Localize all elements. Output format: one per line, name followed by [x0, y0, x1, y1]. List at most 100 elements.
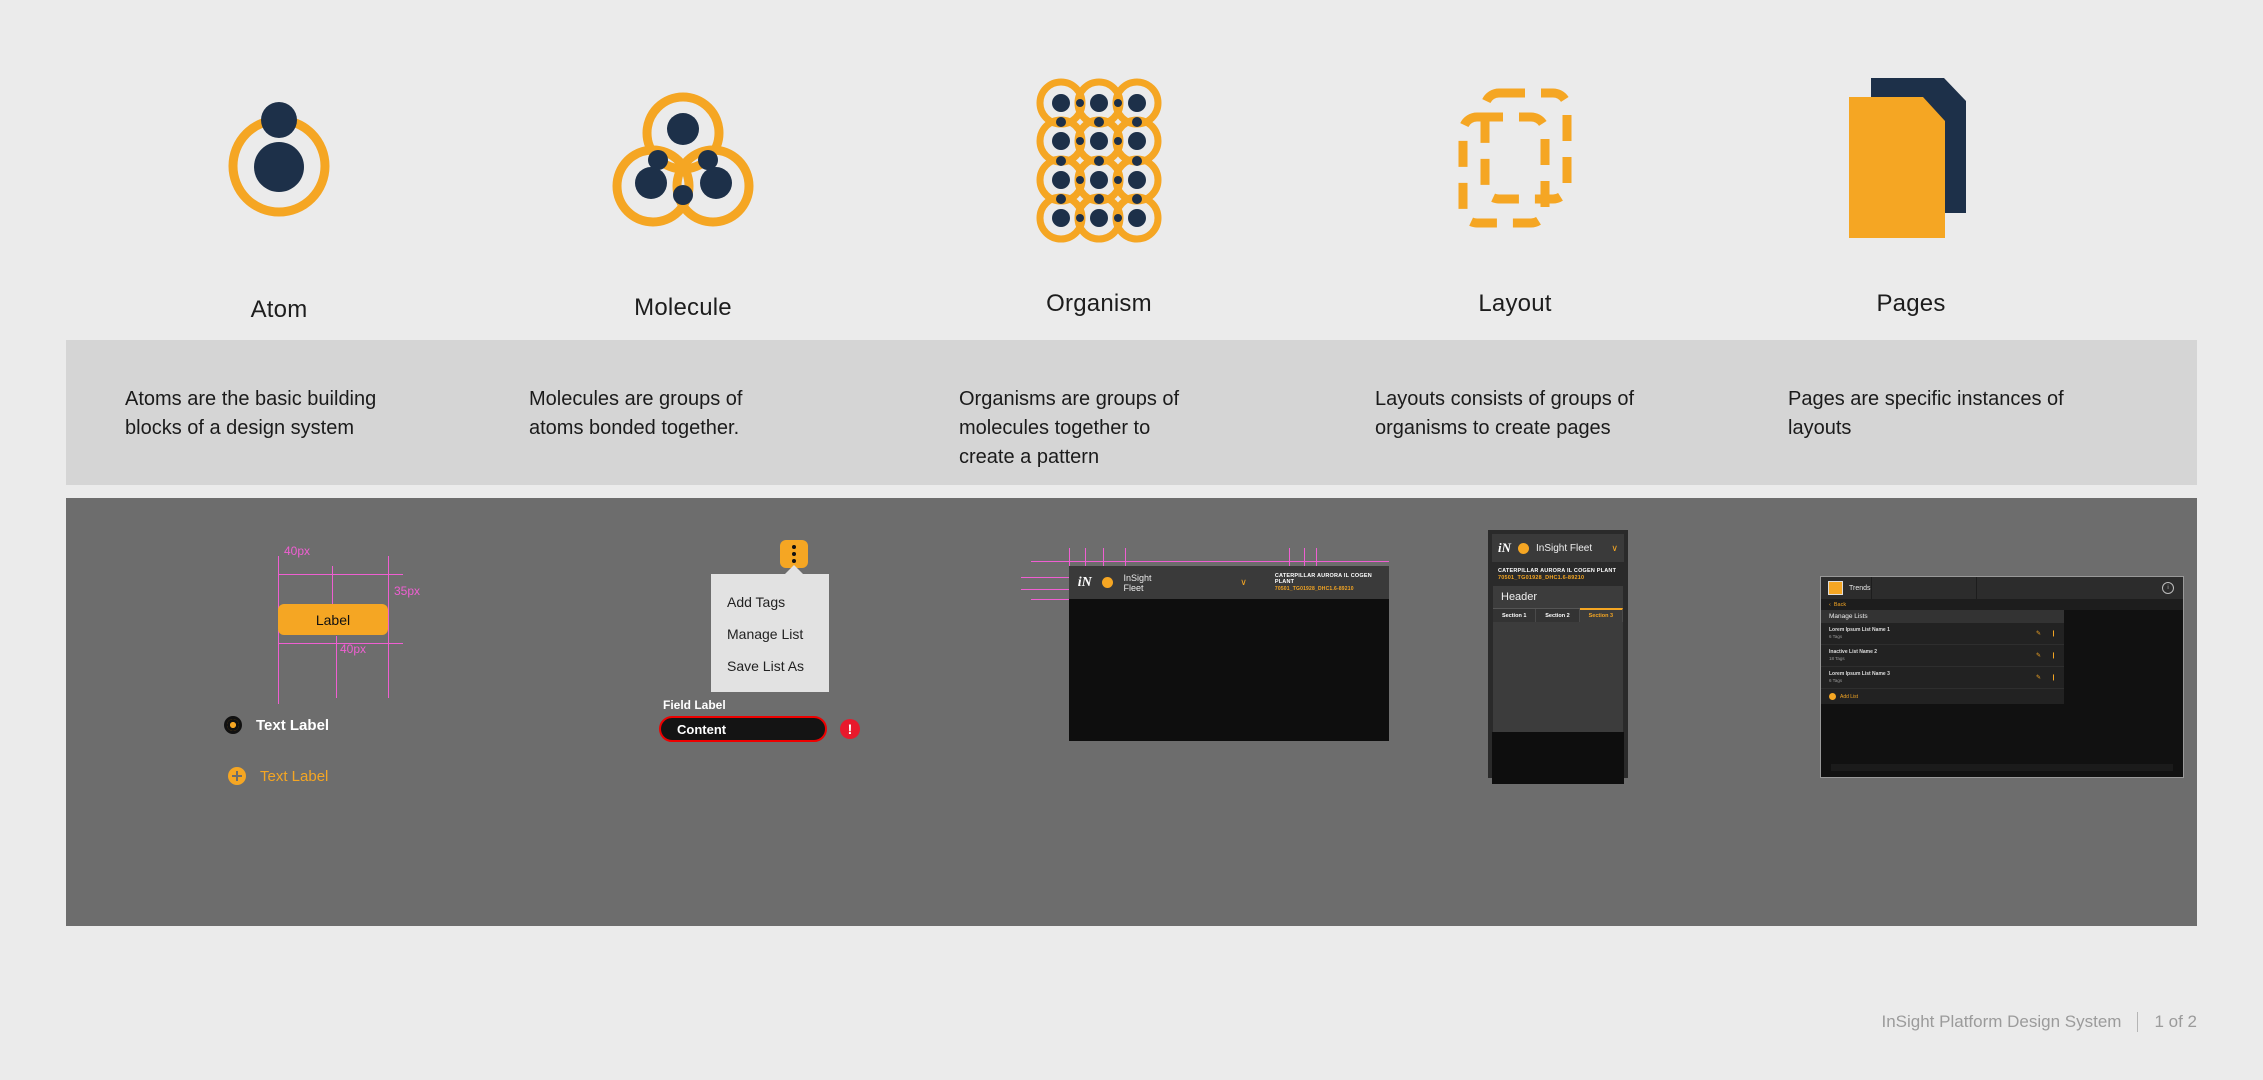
kebab-dot	[792, 545, 796, 549]
stage-column-organism: Organism	[886, 0, 1312, 340]
plus-circle-icon	[1829, 693, 1836, 700]
list-item-name: Lorem Ipsum List Name 1	[1829, 627, 1890, 634]
chevron-down-icon[interactable]: ∨	[1611, 543, 1618, 554]
radio-label: Text Label	[256, 716, 330, 734]
atom-icon	[66, 60, 492, 260]
molecule-caption: Molecule	[634, 294, 732, 321]
plus-circle-icon[interactable]	[228, 767, 246, 785]
list-item-text: Lorem Ipsum List Name 1 6 Tags	[1829, 627, 1890, 640]
footer-title: InSight Platform Design System	[1881, 1012, 2122, 1031]
layout-plant-code: 70501_TG01928_DHC1.6-89210	[1498, 575, 1585, 582]
manage-lists-panel: Manage Lists Lorem Ipsum List Name 1 6 T…	[1821, 610, 2064, 704]
measure-right: 35px	[394, 584, 421, 598]
menu-item-save-list-as[interactable]: Save List As	[711, 650, 829, 682]
stage-column-molecule: Molecule	[470, 0, 896, 340]
layout-tab-3[interactable]: Section 3	[1579, 608, 1623, 623]
menu-item-manage-list[interactable]: Manage List	[711, 618, 829, 650]
organism-plant-block: CATERPILLAR AURORA IL COGEN PLANT 70501_…	[1275, 573, 1389, 593]
kebab-dot	[792, 552, 796, 556]
globe-icon[interactable]	[1518, 542, 1529, 554]
edit-icon[interactable]: ✎	[2036, 652, 2041, 659]
back-label: Back	[1833, 601, 1847, 608]
delete-icon[interactable]: ❙	[2051, 652, 2056, 659]
guide-line	[388, 556, 389, 634]
footer-page-indicator: 1 of 2	[2154, 1012, 2197, 1031]
insight-logo-icon: iN	[1077, 574, 1092, 590]
list-item[interactable]: Inactive List Name 2 18 Tags ✎ ❙	[1821, 645, 2064, 667]
list-item-tags: 18 Tags	[1829, 655, 1845, 661]
delete-icon[interactable]: ❙	[2051, 630, 2056, 637]
examples-panel: 40px 35px 40px Label Text Label Text Lab…	[66, 498, 2197, 926]
edit-icon[interactable]: ✎	[2036, 674, 2041, 681]
layout-empty-area	[1492, 732, 1624, 785]
chevron-down-icon[interactable]: ∨	[1240, 577, 1247, 588]
error-icon: !	[840, 719, 860, 739]
list-item-name: Inactive List Name 2	[1829, 649, 1878, 656]
stage-column-atom: Atom	[66, 0, 492, 340]
menu-item-add-tags[interactable]: Add Tags	[711, 586, 829, 618]
content-input[interactable]: Content	[659, 716, 827, 742]
description-pages: Pages are specific instances of layouts	[1788, 388, 2064, 439]
layout-tab-2[interactable]: Section 2	[1536, 609, 1580, 623]
pages-icon	[1698, 60, 2124, 260]
description-atom: Atoms are the basic building blocks of a…	[125, 388, 377, 439]
list-item-text: Lorem Ipsum List Name 3 6 Tags	[1829, 671, 1890, 684]
list-item-actions: ✎ ❙	[2036, 674, 2056, 681]
list-item[interactable]: Lorem Ipsum List Name 3 6 Tags ✎ ❙	[1821, 667, 2064, 689]
layout-app-bar: iN InSight Fleet ∨	[1492, 534, 1624, 562]
delete-icon[interactable]: ❙	[2051, 674, 2056, 681]
layout-content-card: Header Section 1 Section 2 Section 3	[1493, 586, 1623, 733]
radio-row[interactable]: Text Label	[224, 716, 329, 734]
measure-top: 40px	[284, 544, 311, 558]
layout-header: Header	[1501, 591, 1538, 604]
description-layout: Layouts consists of groups of organisms …	[1375, 388, 1635, 439]
globe-icon[interactable]	[1102, 577, 1114, 588]
layout-mock-phone: iN InSight Fleet ∨ CATERPILLAR AURORA IL…	[1488, 530, 1628, 785]
molecule-icon	[470, 60, 896, 260]
example-molecule: Add Tags Manage List Save List As Field …	[566, 526, 966, 906]
organism-app-bar: iN InSight Fleet ∨ CATERPILLAR AURORA IL…	[1069, 566, 1389, 599]
guide-line	[388, 630, 389, 698]
description-molecule: Molecules are groups of atoms bonded tog…	[529, 388, 743, 439]
edit-icon[interactable]: ✎	[2036, 630, 2041, 637]
trends-icon	[1828, 581, 1843, 595]
stage-icon-row: Atom Molecule Organism Layout Pages	[66, 0, 2197, 340]
kebab-menu-icon[interactable]	[780, 540, 808, 568]
kebab-dot	[792, 559, 796, 563]
add-list-label: Add List	[1840, 693, 1859, 700]
dropdown-menu: Add Tags Manage List Save List As	[711, 565, 829, 692]
organism-caption: Organism	[1046, 290, 1152, 317]
radio-selected-icon[interactable]	[224, 716, 242, 734]
slide-canvas: Atom Molecule Organism Layout Pages Atom…	[0, 0, 2263, 1080]
description-band: Atoms are the basic building blocks of a…	[66, 340, 2197, 485]
pages-app-title: Trends	[1849, 584, 1871, 592]
measure-bottom: 40px	[340, 642, 367, 656]
organism-mock-frame: iN InSight Fleet ∨ CATERPILLAR AURORA IL…	[1069, 566, 1389, 741]
layout-tab-1[interactable]: Section 1	[1493, 609, 1537, 623]
field-label: Field Label	[663, 698, 726, 712]
organism-plant-name: CATERPILLAR AURORA IL COGEN PLANT	[1274, 572, 1372, 586]
layout-caption: Layout	[1478, 290, 1552, 317]
label-button[interactable]: Label	[278, 604, 388, 635]
pages-caption: Pages	[1876, 290, 1946, 317]
add-list-button[interactable]: Add List	[1821, 689, 2064, 704]
back-chevron-icon: ‹	[1829, 601, 1831, 608]
list-item-actions: ✎ ❙	[2036, 630, 2056, 637]
guide-line	[1021, 589, 1071, 590]
add-row[interactable]: Text Label	[228, 767, 328, 785]
description-organism: Organisms are groups of molecules togeth…	[959, 388, 1180, 468]
list-item[interactable]: Lorem Ipsum List Name 1 6 Tags ✎ ❙	[1821, 623, 2064, 645]
stage-column-layout: Layout	[1302, 0, 1728, 340]
organism-icon	[886, 60, 1312, 260]
guide-line	[278, 630, 279, 704]
insight-logo-icon: iN	[1498, 540, 1511, 555]
example-pages: Trends i ‹ Back Manage Lists Lorem Ipsum…	[1756, 536, 2184, 876]
app-bar-segment	[1975, 577, 2081, 599]
example-layout: iN InSight Fleet ∨ CATERPILLAR AURORA IL…	[1426, 512, 1806, 912]
list-item-name: Lorem Ipsum List Name 3	[1829, 671, 1890, 678]
info-icon[interactable]: i	[2162, 582, 2174, 594]
footer-divider	[2137, 1012, 2139, 1032]
pages-footer-bar	[1831, 764, 2173, 771]
back-button[interactable]: ‹ Back	[1821, 599, 2183, 610]
atom-caption: Atom	[250, 296, 308, 323]
